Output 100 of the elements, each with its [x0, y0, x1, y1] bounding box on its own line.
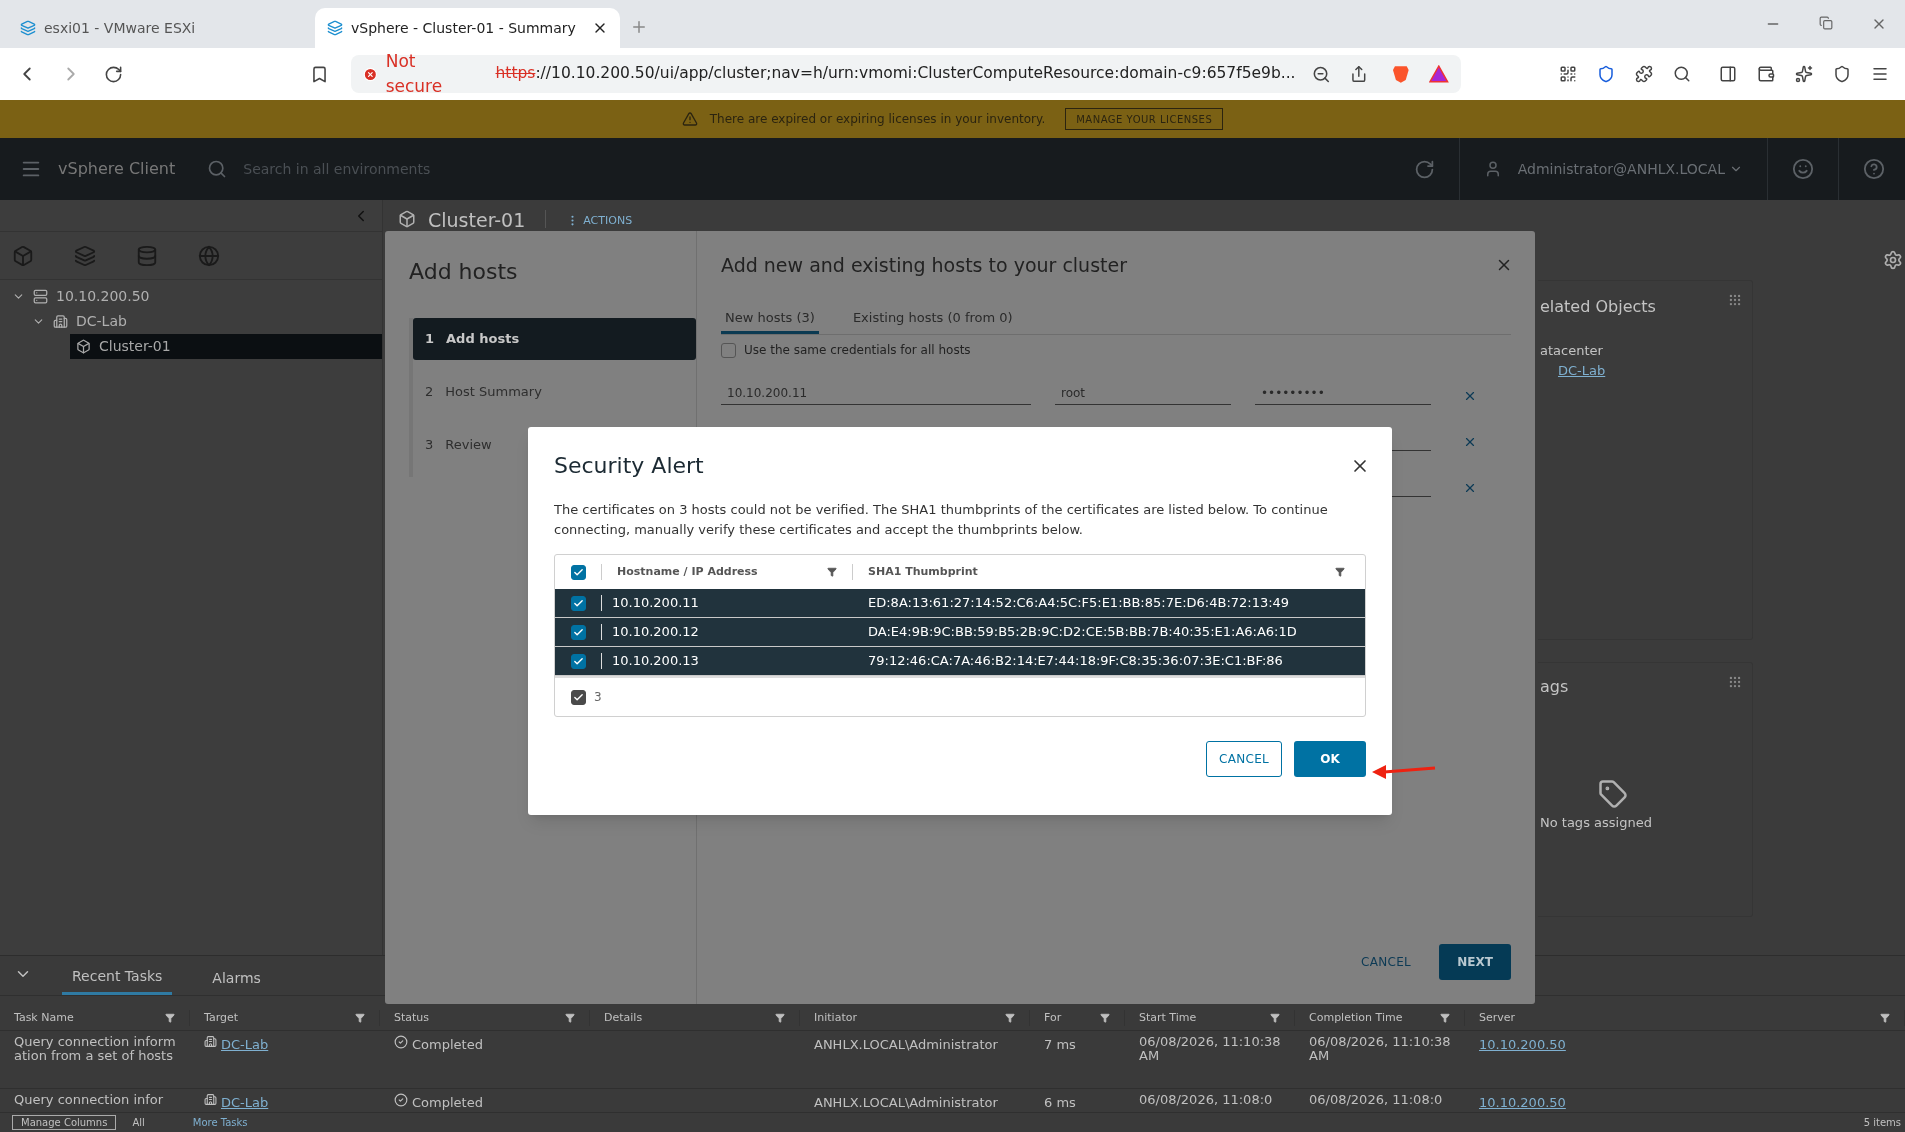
tree-item[interactable]: 10.10.200.50 — [0, 284, 382, 309]
drag-handle-icon[interactable] — [1728, 675, 1742, 689]
table-cell-text: ANHLX.LOCAL\Administrator — [813, 1094, 999, 1112]
filter-icon[interactable] — [355, 1012, 365, 1023]
filter-icon[interactable] — [565, 1012, 575, 1023]
checkbox[interactable] — [571, 595, 586, 611]
filter-icon[interactable] — [827, 567, 837, 577]
table-cell-text: 06/08/2026, 11:10:38 AM — [1138, 1035, 1282, 1065]
check-icon — [573, 597, 584, 609]
filter-icon[interactable] — [1100, 1012, 1110, 1023]
target-link[interactable]: DC-Lab — [221, 1093, 269, 1112]
checkbox[interactable] — [571, 689, 586, 705]
username-field[interactable]: root — [1055, 384, 1231, 405]
tree-item[interactable]: DC-Lab — [0, 309, 382, 334]
wizard-step[interactable]: 1 Add hosts — [413, 318, 696, 360]
share-icon[interactable] — [1350, 65, 1368, 83]
wizard-tab[interactable]: Existing hosts (0 from 0) — [848, 307, 1017, 334]
search-icon[interactable] — [1673, 65, 1691, 83]
browser-tab[interactable]: esxi01 - VMware ESXi — [8, 8, 313, 48]
panel-tab[interactable]: Alarms — [202, 961, 271, 995]
app-name: vSphere Client — [58, 158, 176, 180]
table-row[interactable]: 10.10.200.11 ED:8A:13:61:27:14:52:C6:A4:5C:F5:E1:BB:85:7E:D6:4B:72:13:49 — [555, 589, 1365, 618]
checkbox[interactable] — [571, 653, 586, 669]
object-title: Cluster-01 — [428, 209, 526, 231]
restore-icon[interactable] — [1819, 16, 1833, 30]
not-secure-icon — [363, 66, 378, 82]
more-tasks-link[interactable]: More Tasks — [192, 1115, 248, 1130]
password-manager-icon[interactable] — [1597, 65, 1615, 83]
server-link[interactable]: 10.10.200.50 — [1465, 1035, 1905, 1088]
next-button[interactable]: NEXT — [1439, 944, 1511, 980]
help-icon[interactable] — [1863, 158, 1885, 180]
datacenter-icon — [204, 1035, 217, 1048]
wizard-step[interactable]: 2 Host Summary — [413, 371, 696, 413]
cancel-button[interactable]: CANCEL — [1206, 741, 1282, 777]
table-row[interactable]: 10.10.200.13 79:12:46:CA:7A:46:B2:14:E7:44:18:9F:C8:35:36:07:3E:C1:BF:86 — [555, 647, 1365, 676]
table-cell-text: 06/08/2026, 11:08:0 — [1308, 1093, 1444, 1109]
server-link[interactable]: 10.10.200.50 — [1465, 1093, 1905, 1112]
empty-tags-text: No tags assigned — [1540, 814, 1653, 832]
column-header: SHA1 Thumbprint — [867, 563, 979, 580]
alert-message: The certificates on 3 hosts could not be verified. The SHA1 thumbprints of the certificates are listed below. To continue connecting, manually verify these certificates and accept the thumbprints below. — [554, 501, 1329, 539]
annotation-arrow — [1370, 762, 1436, 780]
table-cell-text: Completed — [412, 1094, 483, 1112]
wizard-tab[interactable]: New hosts (3) — [721, 307, 819, 334]
refresh-icon[interactable] — [1413, 158, 1435, 180]
menu-icon[interactable] — [1871, 65, 1889, 83]
filter-icon[interactable] — [1880, 1012, 1890, 1023]
cluster-icon — [398, 210, 416, 228]
sidebar-icon[interactable] — [1719, 65, 1737, 83]
column-header: Status — [394, 1009, 430, 1026]
qr-code-icon[interactable] — [1559, 65, 1577, 83]
field-label: atacenter — [1540, 342, 1604, 360]
filter-icon[interactable] — [1270, 1012, 1280, 1023]
host-field[interactable]: 10.10.200.11 — [721, 384, 1031, 405]
table-cell-text: 10.10.200.12 — [611, 623, 700, 642]
password-field[interactable]: ••••••••• — [1255, 384, 1431, 405]
user-menu[interactable]: Administrator@ANHLX.LOCAL — [1517, 158, 1743, 180]
address-bar[interactable]: Not secure https://10.10.200.50/ui/app/cluster;nav=h/urn:vmomi:ClusterComputeResource:domain-c9:657f5e9b... — [351, 55, 1461, 93]
tree-item[interactable]: Cluster-01 — [70, 334, 382, 359]
filter-dropdown[interactable]: All — [132, 1115, 145, 1130]
tree-node-icon — [53, 314, 68, 329]
settings-icon[interactable] — [1883, 250, 1903, 270]
table-row[interactable]: 10.10.200.12 DA:E4:9B:9C:BB:59:B5:2B:9C:D2:CE:5B:BB:7B:40:35:E1:A6:A6:1D — [555, 618, 1365, 647]
filter-icon[interactable] — [1335, 567, 1345, 577]
sparkle-icon[interactable] — [1795, 65, 1813, 83]
bookmark-icon[interactable] — [310, 64, 329, 84]
checkbox[interactable] — [721, 342, 736, 358]
remove-host-icon[interactable] — [1463, 481, 1477, 495]
remove-host-icon[interactable] — [1463, 389, 1477, 403]
panel-tab[interactable]: Recent Tasks — [62, 961, 173, 995]
triangle-icon[interactable] — [1429, 65, 1449, 83]
table-cell-text: 6 ms — [1043, 1094, 1077, 1112]
feedback-icon[interactable] — [1792, 158, 1814, 180]
extensions-icon[interactable] — [1635, 65, 1653, 83]
table-cell-text: ANHLX.LOCAL\Administrator — [813, 1036, 999, 1054]
remove-host-icon[interactable] — [1463, 435, 1477, 449]
checkbox[interactable] — [571, 624, 586, 640]
checkbox-label: Use the same credentials for all hosts — [744, 342, 971, 359]
column-header: Task Name — [14, 1009, 74, 1026]
manage-columns-button[interactable]: Manage Columns — [12, 1115, 117, 1130]
drag-handle-icon[interactable] — [1728, 293, 1742, 307]
wallet-icon[interactable] — [1757, 65, 1775, 83]
column-header: Server — [1479, 1009, 1516, 1026]
filter-icon[interactable] — [1440, 1012, 1450, 1023]
checkbox[interactable] — [571, 564, 586, 580]
actions-menu[interactable]: ACTIONS — [566, 212, 633, 229]
ok-button[interactable]: OK — [1294, 741, 1366, 777]
zoom-icon[interactable] — [1311, 64, 1331, 84]
manage-licenses-button[interactable]: MANAGE YOUR LICENSES — [1065, 108, 1224, 130]
filter-icon[interactable] — [775, 1012, 785, 1023]
shield-icon[interactable] — [1833, 65, 1851, 83]
column-header: Target — [204, 1009, 239, 1026]
filter-icon[interactable] — [1005, 1012, 1015, 1023]
column-header: Start Time — [1139, 1009, 1197, 1026]
target-link[interactable]: DC-Lab — [221, 1035, 269, 1055]
filter-icon[interactable] — [165, 1012, 175, 1023]
cancel-button[interactable]: CANCEL — [1353, 944, 1419, 980]
browser-tab[interactable]: vSphere - Cluster-01 - Summary — [315, 8, 620, 48]
selection-count: 3 — [594, 689, 602, 706]
reload-icon[interactable] — [104, 64, 123, 84]
datacenter-link[interactable]: DC-Lab — [1558, 360, 1752, 380]
